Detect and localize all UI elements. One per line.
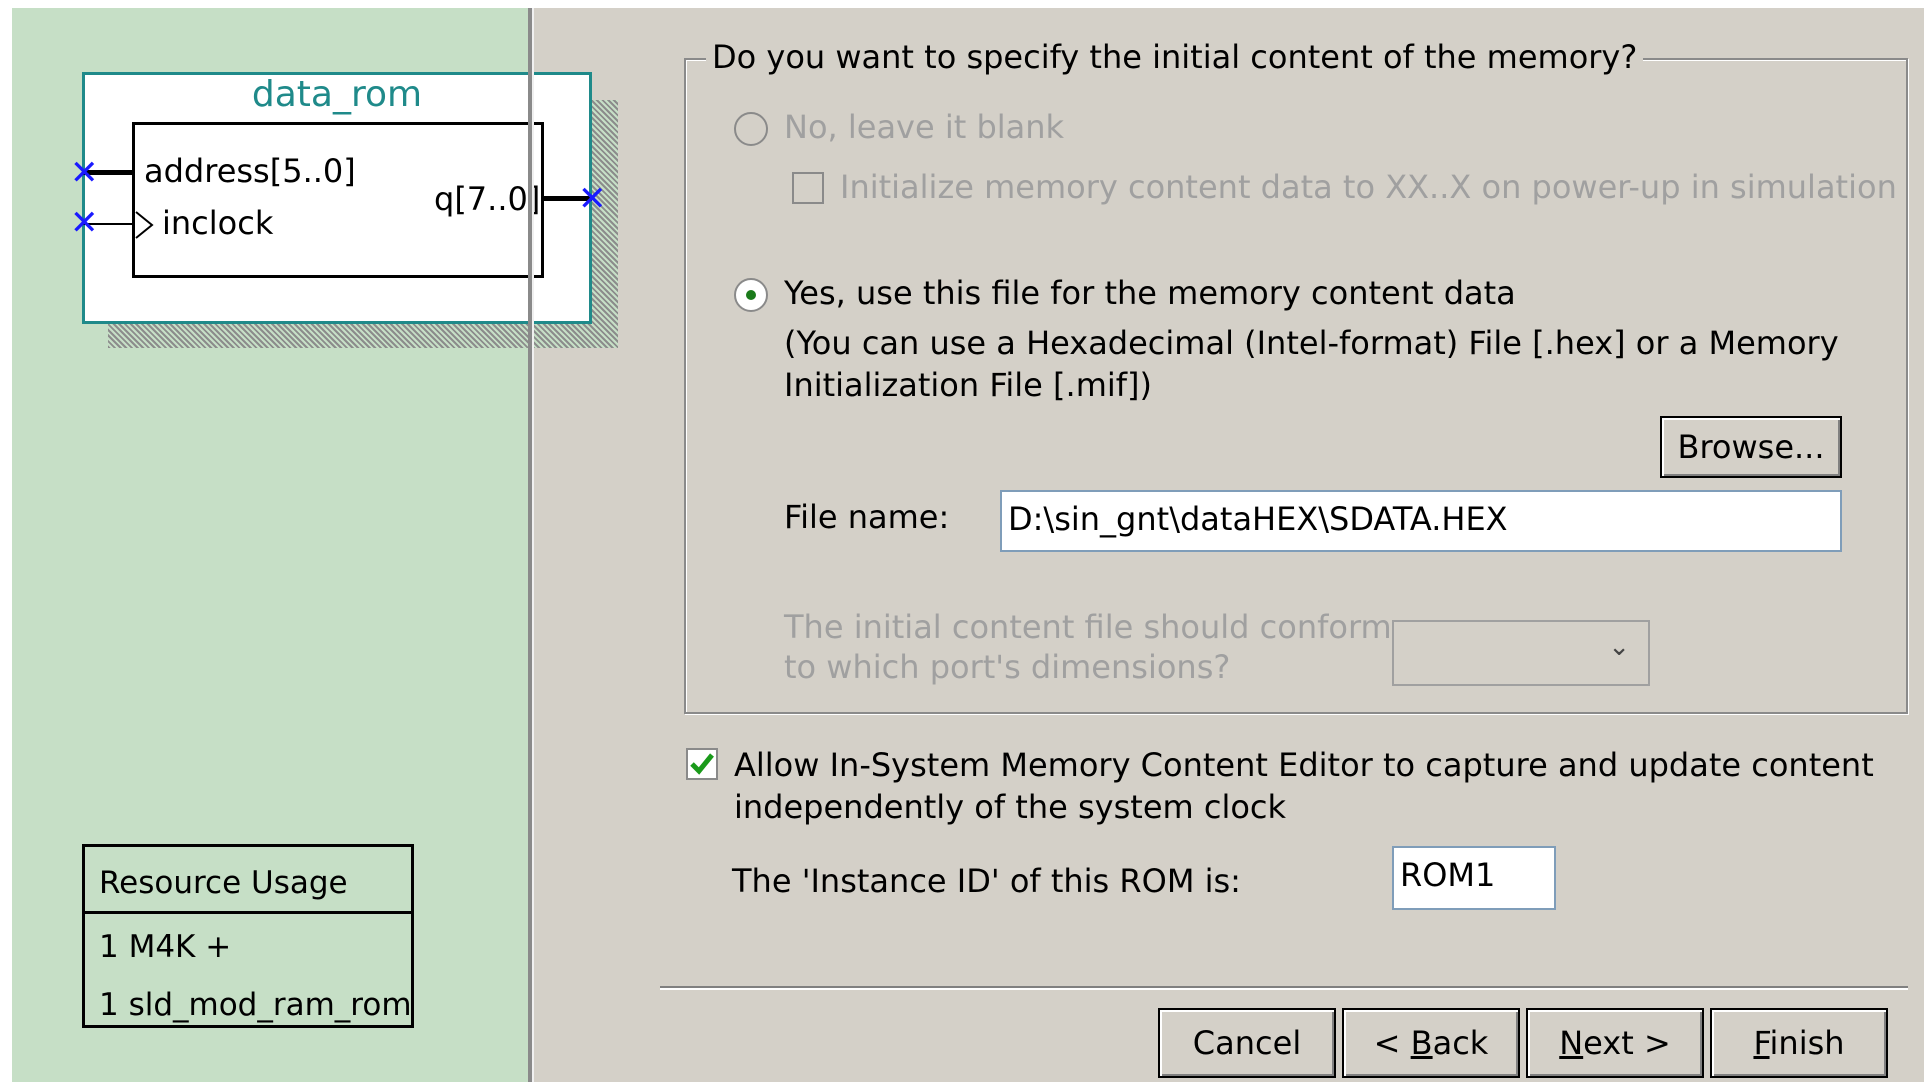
- radio-use-file[interactable]: [734, 278, 768, 312]
- radio-selected-dot: [746, 290, 756, 300]
- resource-usage-table: Resource Usage 1 M4K + 1 sld_mod_ram_rom: [82, 844, 414, 1028]
- allow-editor-label-line2: independently of the system clock: [734, 788, 1287, 826]
- cancel-button[interactable]: Cancel: [1158, 1008, 1336, 1078]
- address-port-label: address[5..0]: [144, 152, 356, 190]
- resource-usage-header: Resource Usage: [99, 865, 348, 901]
- symbol-title: data_rom: [251, 74, 423, 115]
- clock-triangle-icon: [135, 211, 154, 239]
- finish-button-mnemonic: F: [1753, 1024, 1770, 1062]
- file-format-hint-line1: (You can use a Hexadecimal (Intel-format…: [784, 324, 1839, 362]
- browse-button[interactable]: Browse...: [1660, 416, 1842, 478]
- chevron-down-icon: ⌄: [1608, 632, 1630, 662]
- conform-question-line1: The initial content file should conform: [784, 608, 1392, 646]
- allow-editor-checkbox[interactable]: [686, 748, 718, 780]
- resource-usage-row: 1 sld_mod_ram_rom: [99, 987, 412, 1023]
- next-button[interactable]: Next >: [1526, 1008, 1704, 1078]
- address-port-marker: ✕: [70, 153, 99, 193]
- radio-leave-blank-label: No, leave it blank: [784, 108, 1065, 146]
- initial-content-legend: Do you want to specify the initial conte…: [706, 38, 1644, 76]
- conform-question-line2: to which port's dimensions?: [784, 648, 1231, 686]
- q-port-label: q[7..0]: [434, 180, 541, 218]
- q-port-marker: ✕: [578, 179, 607, 219]
- back-button-mnemonic: B: [1410, 1024, 1433, 1062]
- finish-button-rest: inish: [1769, 1024, 1845, 1062]
- file-name-input[interactable]: D:\sin_gnt\dataHEX\SDATA.HEX: [1000, 490, 1842, 552]
- instance-id-label: The 'Instance ID' of this ROM is:: [732, 862, 1241, 900]
- top-strip: [0, 0, 1924, 8]
- radio-use-file-label: Yes, use this file for the memory conten…: [784, 274, 1516, 312]
- button-separator: [660, 986, 1908, 990]
- checkmark-icon: [690, 753, 714, 775]
- allow-editor-label-line1: Allow In-System Memory Content Editor to…: [734, 746, 1874, 784]
- inclock-port-label: inclock: [162, 204, 274, 242]
- inclock-port-marker: ✕: [70, 203, 99, 243]
- next-button-mnemonic: N: [1559, 1024, 1584, 1062]
- radio-leave-blank[interactable]: [734, 112, 768, 146]
- resource-usage-row: 1 M4K +: [99, 929, 232, 965]
- back-button-rest: ack: [1432, 1024, 1489, 1062]
- file-name-label: File name:: [784, 498, 950, 536]
- resource-usage-separator: [85, 911, 411, 914]
- file-format-hint-line2: Initialization File [.mif]): [784, 366, 1152, 404]
- port-dimensions-dropdown[interactable]: ⌄: [1392, 620, 1650, 686]
- init-xx-checkbox[interactable]: [792, 172, 824, 204]
- left-edge: [0, 0, 12, 1085]
- back-button-prefix: <: [1373, 1024, 1411, 1062]
- panel-divider: [528, 8, 534, 1085]
- instance-id-input[interactable]: ROM1: [1392, 846, 1556, 910]
- back-button[interactable]: < Back: [1342, 1008, 1520, 1078]
- init-xx-checkbox-label: Initialize memory content data to XX..X …: [840, 168, 1897, 206]
- finish-button[interactable]: Finish: [1710, 1008, 1888, 1078]
- next-button-rest: ext >: [1583, 1024, 1671, 1062]
